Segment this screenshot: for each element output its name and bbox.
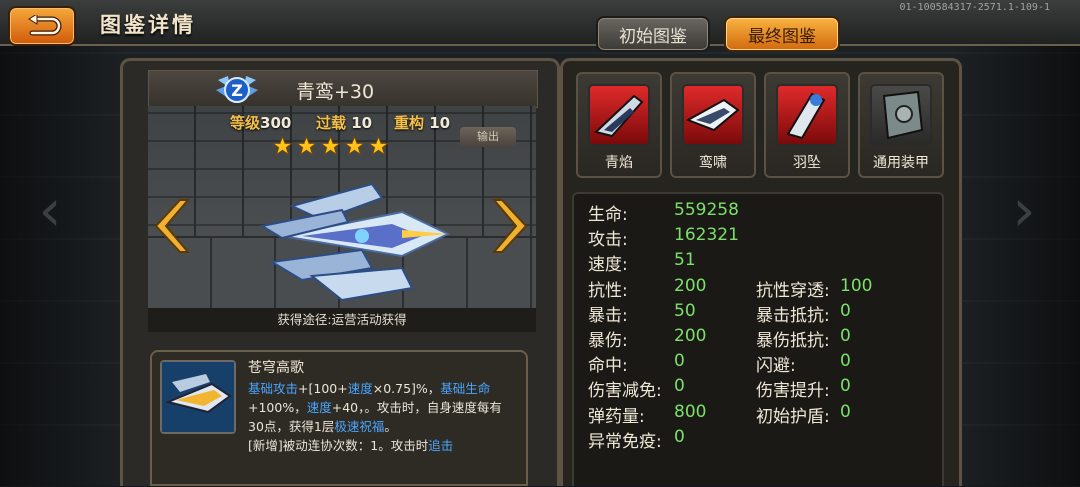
- skill-desc-part: +100%，: [248, 400, 307, 415]
- rebuild-label: 重构: [394, 114, 425, 132]
- skill-desc-part: 基础生命: [440, 381, 491, 396]
- page-title: 图鉴详情: [100, 13, 196, 37]
- back-arrow-icon: [28, 15, 62, 36]
- equipment-slot-3[interactable]: 羽坠: [764, 72, 850, 178]
- stat-value: 559258: [674, 200, 739, 220]
- red-pod-icon: [776, 84, 838, 146]
- red-wing-icon: [682, 84, 744, 146]
- background-left-chevron-icon: ‹: [38, 176, 62, 244]
- background-right-chevron-icon: ›: [1012, 176, 1036, 244]
- stat-label: 弹药量:: [588, 407, 645, 427]
- stat-value: 0: [674, 351, 685, 371]
- equipment-slot-4[interactable]: 通用装甲: [858, 72, 944, 178]
- stat-value: 0: [840, 376, 851, 396]
- overload-stat: 过载 10: [316, 112, 372, 133]
- stat-label: 伤害提升:: [756, 381, 830, 401]
- skill-desc-part: 极速祝福: [334, 419, 385, 434]
- stat-label: 攻击:: [588, 230, 628, 250]
- equipment-label: 青焰: [605, 155, 633, 171]
- stat-label: 命中:: [588, 356, 628, 376]
- star-icon: [272, 136, 293, 156]
- skill-title: 苍穹高歌: [248, 360, 304, 376]
- ship-model-image: [259, 182, 451, 302]
- acquisition-source: 获得途径:运营活动获得: [148, 308, 536, 332]
- skill-description: 基础攻击+[100+速度×0.75]%，基础生命+100%，速度+40，。攻击时…: [248, 379, 516, 487]
- rank-badge-letter: Z: [231, 81, 243, 100]
- stat-label: 暴击:: [588, 306, 628, 326]
- stat-label: 抗性穿透:: [756, 281, 830, 301]
- skill-desc-part: 追击: [428, 438, 454, 453]
- stat-value: 0: [674, 376, 685, 396]
- stat-value: 0: [840, 326, 851, 346]
- equipment-slot-2[interactable]: 鸾啸: [670, 72, 756, 178]
- star-icon: [368, 136, 389, 156]
- stat-label: 速度:: [588, 255, 628, 275]
- equipment-label: 通用装甲: [873, 155, 929, 171]
- equipment-slot-1[interactable]: 青焰: [576, 72, 662, 178]
- stat-value: 100: [840, 276, 873, 296]
- overload-label: 过载: [316, 114, 347, 132]
- stat-label: 生命:: [588, 205, 628, 225]
- stat-label: 暴伤:: [588, 331, 628, 351]
- skill-desc-part: +[100+: [298, 381, 348, 396]
- overload-value: 10: [351, 114, 373, 132]
- ship-name: 青鸾+30: [296, 81, 375, 103]
- skill-desc-part: ×0.75]%，: [372, 381, 441, 396]
- stat-label: 暴击抵抗:: [756, 306, 830, 326]
- stat-label: 暴伤抵抗:: [756, 331, 830, 351]
- stat-label: 抗性:: [588, 281, 628, 301]
- level-stat: 等级300: [230, 112, 291, 133]
- stat-value: 50: [674, 301, 696, 321]
- tab-final-codex[interactable]: 最终图鉴: [724, 16, 840, 52]
- armor-plate-icon: [870, 84, 932, 146]
- star-icon: [344, 136, 365, 156]
- stat-value: 200: [674, 326, 707, 346]
- stat-value: 200: [674, 276, 707, 296]
- stat-value: 162321: [674, 225, 739, 245]
- stat-value: 0: [840, 301, 851, 321]
- star-rating: [272, 136, 389, 156]
- level-label: 等级: [230, 114, 261, 132]
- skill-desc-part: [新增]被动连协次数：1。攻击时: [248, 438, 429, 453]
- skill-desc-part: 速度: [347, 381, 373, 396]
- rebuild-stat: 重构 10: [394, 112, 450, 133]
- stat-value: 0: [840, 351, 851, 371]
- output-button[interactable]: 输出: [460, 127, 516, 147]
- stat-label: 异常免疫:: [588, 432, 662, 452]
- equipment-label: 鸾啸: [699, 155, 727, 171]
- star-icon: [320, 136, 341, 156]
- skill-desc-part: 基础攻击: [248, 381, 299, 396]
- next-ship-arrow-icon[interactable]: [492, 198, 534, 254]
- level-value: 300: [260, 114, 292, 132]
- stat-value: 0: [674, 427, 685, 447]
- version-text: 01-100584317-2571.1-109-1: [899, 2, 1050, 13]
- previous-ship-arrow-icon[interactable]: [148, 198, 190, 254]
- star-icon: [296, 136, 317, 156]
- rank-badge-icon: Z: [216, 76, 258, 103]
- rebuild-value: 10: [429, 114, 451, 132]
- skill-icon: [160, 360, 236, 434]
- stat-value: 0: [840, 402, 851, 422]
- back-button[interactable]: [8, 6, 76, 46]
- stat-value: 800: [674, 402, 707, 422]
- tab-initial-codex[interactable]: 初始图鉴: [596, 16, 710, 52]
- stat-value: 51: [674, 250, 696, 270]
- stat-label: 闪避:: [756, 356, 796, 376]
- stat-label: 初始护盾:: [756, 407, 830, 427]
- skill-desc-part: 速度: [306, 400, 332, 415]
- red-blade-icon: [588, 84, 650, 146]
- skill-desc-part: 。: [384, 419, 397, 434]
- stat-label: 伤害减免:: [588, 381, 662, 401]
- equipment-label: 羽坠: [793, 155, 821, 171]
